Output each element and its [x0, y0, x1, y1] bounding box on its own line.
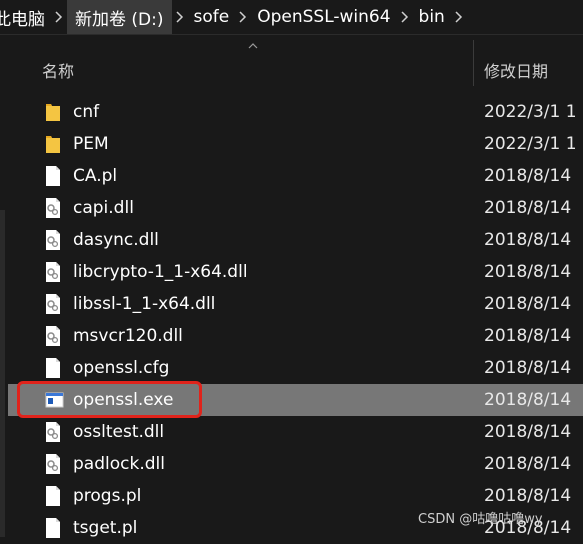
file-date: 2018/8/14: [484, 166, 572, 186]
dll-file-icon: [44, 453, 62, 475]
file-row[interactable]: dasync.dll 2018/8/14: [8, 224, 583, 256]
file-icon: [44, 517, 62, 539]
file-name: libcrypto-1_1-x64.dll: [73, 262, 248, 282]
dll-file-icon: [44, 325, 62, 347]
file-row[interactable]: ossltest.dll 2018/8/14: [8, 416, 583, 448]
breadcrumb-chevron-icon[interactable]: [451, 0, 467, 34]
file-row[interactable]: CA.pl 2018/8/14: [8, 160, 583, 192]
file-date: 2018/8/14: [484, 454, 572, 474]
dll-file-icon: [44, 293, 62, 315]
file-name: openssl.cfg: [73, 358, 170, 378]
file-name: openssl.exe: [73, 390, 174, 410]
dll-file-icon: [44, 421, 62, 443]
breadcrumb: 此电脑 新加卷 (D:) sofe OpenSSL-win64 bin: [0, 0, 583, 35]
file-row[interactable]: libssl-1_1-x64.dll 2018/8/14: [8, 288, 583, 320]
file-row[interactable]: cnf 2022/3/1 1: [8, 96, 583, 128]
file-name: ossltest.dll: [73, 422, 165, 442]
watermark: CSDN @咕噜咕噜wy: [418, 512, 543, 527]
scrollbar-thumb[interactable]: [0, 210, 5, 537]
breadcrumb-this-pc[interactable]: 此电脑: [0, 0, 51, 34]
file-name: cnf: [73, 102, 100, 122]
column-header: 名称 修改日期: [8, 40, 583, 98]
file-date: 2022/3/1 1: [484, 134, 577, 154]
file-icon: [44, 357, 62, 379]
file-name: capi.dll: [73, 198, 134, 218]
file-date: 2018/8/14: [484, 262, 572, 282]
file-date: 2018/8/14: [484, 294, 572, 314]
dll-file-icon: [44, 261, 62, 283]
file-row[interactable]: libcrypto-1_1-x64.dll 2018/8/14: [8, 256, 583, 288]
file-row[interactable]: capi.dll 2018/8/14: [8, 192, 583, 224]
file-name: CA.pl: [73, 166, 118, 186]
breadcrumb-chevron-icon[interactable]: [172, 0, 188, 34]
exe-file-icon: [44, 389, 64, 411]
file-date: 2018/8/14: [484, 390, 572, 410]
file-name: padlock.dll: [73, 454, 165, 474]
breadcrumb-chevron-icon[interactable]: [51, 0, 67, 34]
column-header-date[interactable]: 修改日期: [484, 58, 548, 82]
file-row[interactable]: openssl.cfg 2018/8/14: [8, 352, 583, 384]
breadcrumb-chevron-icon[interactable]: [235, 0, 251, 34]
file-date: 2018/8/14: [484, 230, 572, 250]
file-date: 2018/8/14: [484, 422, 572, 442]
breadcrumb-drive-d[interactable]: 新加卷 (D:): [67, 0, 172, 34]
breadcrumb-chevron-icon[interactable]: [397, 0, 413, 34]
file-row[interactable]: openssl.exe 2018/8/14: [8, 384, 583, 416]
file-name: progs.pl: [73, 486, 142, 506]
file-name: dasync.dll: [73, 230, 159, 250]
folder-icon: [44, 133, 62, 155]
file-name: libssl-1_1-x64.dll: [73, 294, 216, 314]
file-date: 2022/3/1 1: [484, 102, 577, 122]
breadcrumb-bin[interactable]: bin: [413, 0, 451, 34]
file-name: msvcr120.dll: [73, 326, 183, 346]
file-row[interactable]: padlock.dll 2018/8/14: [8, 448, 583, 480]
sort-up-icon: [248, 43, 258, 49]
file-date: 2018/8/14: [484, 358, 572, 378]
file-icon: [44, 485, 62, 507]
file-row[interactable]: msvcr120.dll 2018/8/14: [8, 320, 583, 352]
column-header-name[interactable]: 名称: [42, 58, 74, 82]
breadcrumb-openssl-win64[interactable]: OpenSSL-win64: [251, 0, 396, 34]
column-divider[interactable]: [473, 40, 474, 86]
breadcrumb-sofe[interactable]: sofe: [188, 0, 236, 34]
file-name: PEM: [73, 134, 109, 154]
file-name: tsget.pl: [73, 518, 138, 538]
file-row[interactable]: PEM 2022/3/1 1: [8, 128, 583, 160]
file-icon: [44, 165, 62, 187]
folder-icon: [44, 101, 62, 123]
dll-file-icon: [44, 229, 62, 251]
file-date: 2018/8/14: [484, 198, 572, 218]
file-list: cnf 2022/3/1 1 PEM 2022/3/1 1 CA.pl 2018/8/14…: [8, 96, 583, 544]
file-date: 2018/8/14: [484, 486, 572, 506]
dll-file-icon: [44, 197, 62, 219]
file-date: 2018/8/14: [484, 326, 572, 346]
